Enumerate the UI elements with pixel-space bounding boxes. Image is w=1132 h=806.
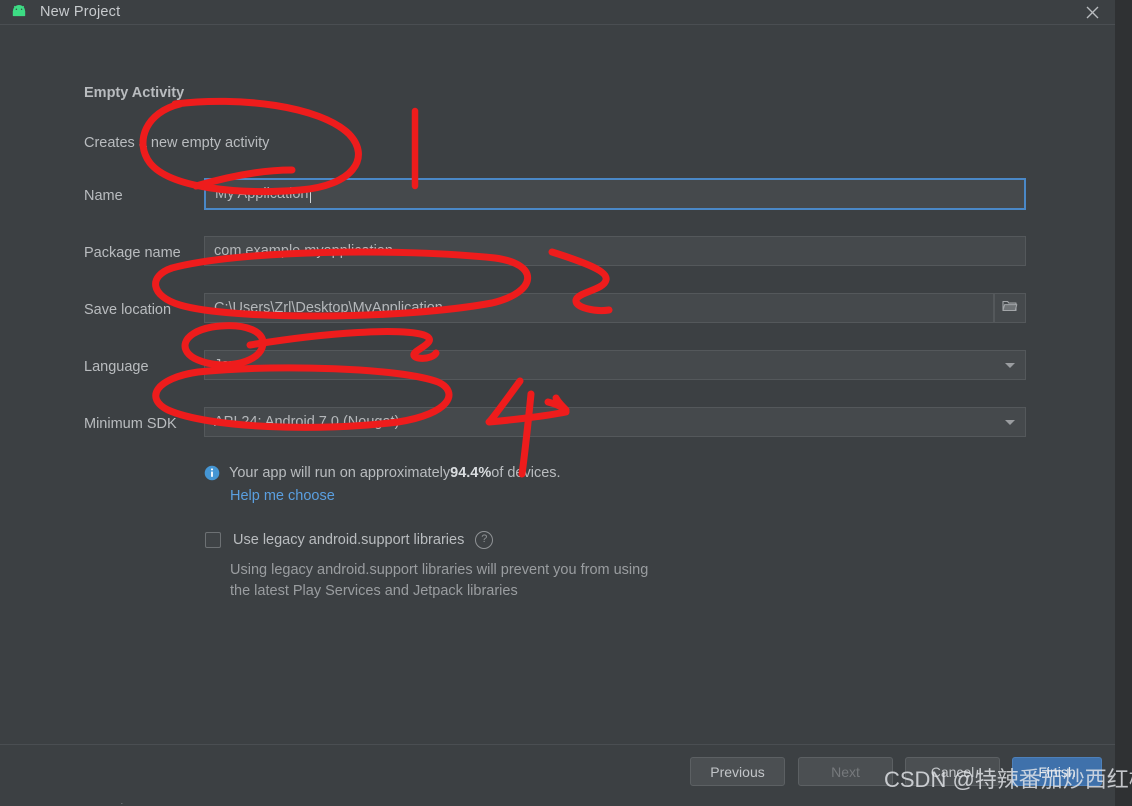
android-robot-icon	[10, 3, 28, 21]
minimum-sdk-value: API 24: Android 7.0 (Nougat)	[214, 414, 400, 430]
project-form: Name My Application Package name com.exa…	[0, 175, 1115, 460]
name-field-value: My Application	[215, 186, 309, 202]
form-row-save-location: Save location C:\Users\Zrl\Desktop\MyApp…	[0, 289, 1115, 346]
title-bar: New Project	[0, 0, 1115, 25]
window-title: New Project	[40, 4, 121, 20]
name-field[interactable]: My Application	[204, 178, 1026, 210]
legacy-libraries-row[interactable]: Use legacy android.support libraries ?	[205, 531, 494, 549]
minimum-sdk-select[interactable]: API 24: Android 7.0 (Nougat)	[204, 407, 1026, 437]
cancel-button[interactable]: Cancel	[905, 757, 1000, 786]
chevron-down-icon[interactable]	[996, 352, 1024, 378]
legacy-libraries-label: Use legacy android.support libraries	[233, 532, 465, 548]
finish-button[interactable]: Finish	[1012, 757, 1102, 786]
language-label: Language	[84, 359, 149, 375]
form-row-language: Language Java	[0, 346, 1115, 403]
language-value: Java	[214, 357, 245, 373]
page-description: Creates a new empty activity	[84, 135, 270, 151]
legacy-desc-line-2: the latest Play Services and Jetpack lib…	[230, 583, 518, 599]
new-project-dialog: New Project Empty Activity Creates a new…	[0, 0, 1115, 806]
form-row-package-name: Package name com.example.myapplication	[0, 232, 1115, 289]
previous-button[interactable]: Previous	[690, 757, 785, 786]
package-name-label: Package name	[84, 245, 181, 261]
page-title: Empty Activity	[84, 85, 185, 101]
dialog-content: Empty Activity Creates a new empty activ…	[0, 25, 1115, 744]
language-select[interactable]: Java	[204, 350, 1026, 380]
sdk-coverage-percentage: 94.4%	[450, 465, 492, 481]
chevron-down-icon[interactable]	[996, 409, 1024, 435]
form-row-minimum-sdk: Minimum SDK API 24: Android 7.0 (Nougat)	[0, 403, 1115, 460]
question-mark-icon[interactable]: ?	[475, 531, 494, 549]
help-me-choose-link[interactable]: Help me choose	[230, 488, 335, 504]
sdk-coverage-text-before: Your app will run on approximately	[229, 465, 451, 481]
dialog-footer: Previous Next Cancel Finish .	[0, 744, 1115, 806]
legacy-libraries-checkbox[interactable]	[205, 532, 221, 548]
sdk-coverage-text-after: of devices.	[491, 465, 561, 481]
text-cursor	[309, 185, 311, 203]
folder-icon	[1002, 299, 1018, 317]
save-location-field[interactable]: C:\Users\Zrl\Desktop\MyApplication	[204, 293, 994, 323]
browse-folder-button[interactable]	[994, 293, 1026, 323]
legacy-libraries-description: Using legacy android.support libraries w…	[230, 560, 790, 602]
sdk-coverage-info: Your app will run on approximately 94.4%…	[204, 465, 561, 481]
save-location-label: Save location	[84, 302, 172, 318]
save-location-value: C:\Users\Zrl\Desktop\MyApplication	[214, 300, 443, 316]
info-icon	[204, 465, 220, 481]
package-name-field[interactable]: com.example.myapplication	[204, 236, 1026, 266]
form-row-name: Name My Application	[0, 175, 1115, 232]
screenshot-root: New Project Empty Activity Creates a new…	[0, 0, 1132, 806]
name-label: Name	[84, 188, 123, 204]
package-name-value: com.example.myapplication	[214, 243, 393, 259]
close-icon[interactable]	[1069, 0, 1115, 24]
minimum-sdk-label: Minimum SDK	[84, 416, 177, 432]
legacy-desc-line-1: Using legacy android.support libraries w…	[230, 562, 649, 578]
next-button[interactable]: Next	[798, 757, 893, 786]
